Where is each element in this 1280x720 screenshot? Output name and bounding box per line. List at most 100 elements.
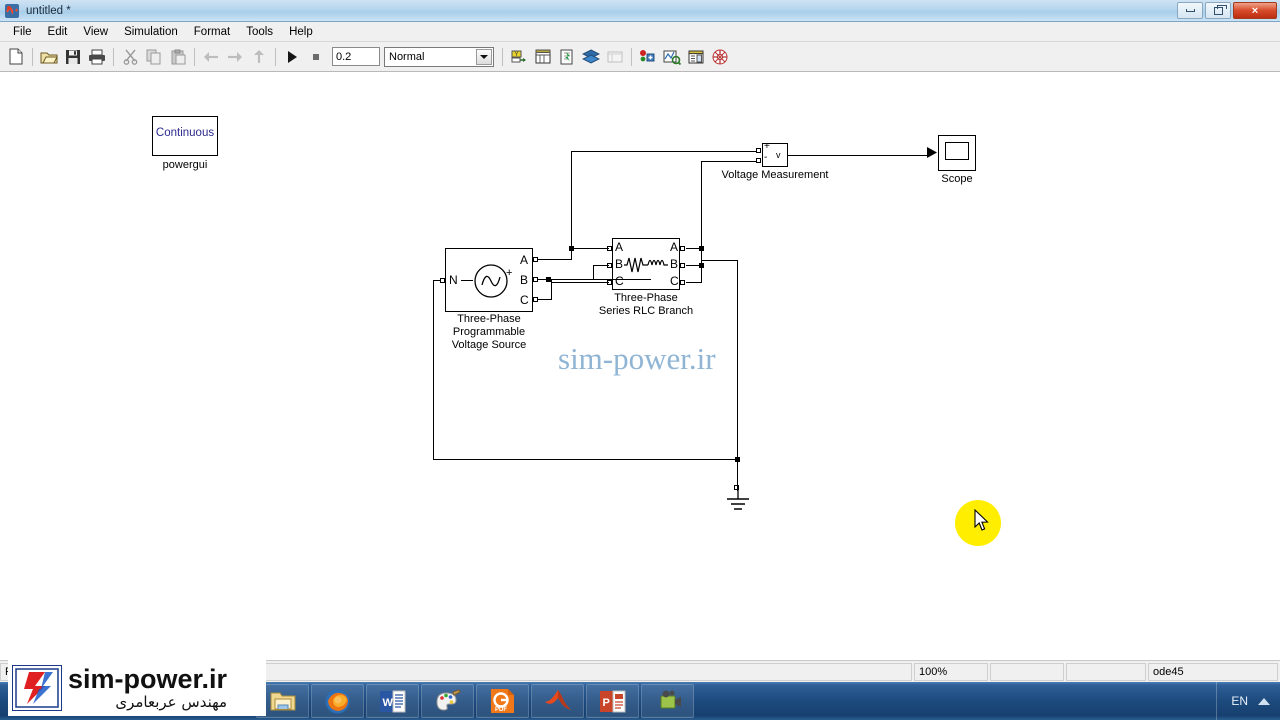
status-field-3 [1066,662,1146,681]
open-model-icon[interactable] [37,45,61,69]
menu-help[interactable]: Help [281,24,321,40]
ground-block[interactable] [722,489,754,515]
taskbar-matlab[interactable] [531,684,584,718]
menu-format[interactable]: Format [186,24,238,40]
vmeas-v-label: v [776,150,781,160]
svg-text:PDF: PDF [495,707,507,713]
source-port-label-b: B [520,273,529,287]
site-watermark-badge: sim-power.ir مهندس عربعامری [8,660,266,716]
wire-source-a-h1[interactable] [538,259,572,261]
paste-icon[interactable] [166,45,190,69]
taskbar-word[interactable]: W [366,684,419,718]
vmeas-plus-label: + [764,141,770,152]
model-canvas[interactable]: Continuous powergui N + A B C Three-Phas… [0,73,1280,660]
wire-bottom[interactable] [433,459,738,461]
wire-b-to-rlc[interactable] [593,265,609,267]
cut-icon[interactable] [118,45,142,69]
canvas-watermark: sim-power.ir [558,341,716,376]
rlc-symbol-icon [624,257,668,273]
model-advisor-icon[interactable] [708,45,732,69]
rlc-port-label-a-out: A [670,240,679,254]
toggle-model-browser-icon[interactable] [603,45,627,69]
undo-icon[interactable] [199,45,223,69]
menu-tools[interactable]: Tools [238,24,281,40]
site-watermark-title: sim-power.ir [68,663,228,694]
rlc-port-label-c-out: C [670,274,679,288]
start-simulation-icon[interactable] [280,45,304,69]
status-solver: ode45 [1148,662,1278,681]
new-model-icon[interactable] [4,45,28,69]
library-browser-icon[interactable] [579,45,603,69]
wire-ground-stub[interactable] [737,459,739,491]
source-internal-wire-n [461,280,473,282]
stop-time-input[interactable]: 0.2 [332,47,380,66]
menu-simulation[interactable]: Simulation [116,24,186,40]
signal-builder-icon[interactable] [660,45,684,69]
menu-bar: File Edit View Simulation Format Tools H… [0,22,1280,42]
wire-vmeas-to-scope[interactable] [788,155,928,157]
debug-icon[interactable] [636,45,660,69]
taskbar-camera-tool[interactable] [641,684,694,718]
scope-label: Scope [941,173,973,185]
wire-bus-to-right[interactable] [701,260,738,262]
simulation-mode-select[interactable]: Normal [384,46,494,67]
svg-text:Y: Y [515,52,519,58]
wire-right-down[interactable] [737,260,739,460]
wire-left-down[interactable] [433,280,435,460]
simulation-mode-value: Normal [389,50,425,63]
menu-edit[interactable]: Edit [40,24,76,40]
up-to-parent-icon[interactable] [247,45,271,69]
rlc-port-a-out[interactable] [680,246,685,251]
chevron-down-icon[interactable] [476,48,492,65]
taskbar-powerpoint[interactable]: P [586,684,639,718]
redo-icon[interactable] [223,45,247,69]
copy-icon[interactable] [142,45,166,69]
stop-simulation-icon[interactable] [304,45,328,69]
source-port-label-a: A [520,253,529,267]
print-icon[interactable] [85,45,109,69]
wire-source-c-h1[interactable] [538,299,552,301]
taskbar-pdf-converter[interactable]: PDF [476,684,529,718]
rlc-label: Three-Phase Series RLC Branch [598,292,694,317]
wire-vmeas-minus[interactable] [701,161,757,163]
menu-file[interactable]: File [5,24,40,40]
wire-vmeas-minus-v[interactable] [701,161,703,248]
wire-c-to-rlc[interactable] [551,282,609,284]
mouse-cursor-icon [974,509,989,531]
rlc-port-label-b-in: B [615,257,624,271]
wire-node-rlc-b [699,263,704,268]
wire-source-a-v1[interactable] [571,151,573,260]
update-diagram-icon[interactable] [555,45,579,69]
source-port-label-n: N [449,273,458,287]
minimize-button[interactable] [1177,2,1203,19]
rlc-port-c-out[interactable] [680,280,685,285]
show-hidden-icons-icon[interactable] [1258,697,1270,705]
data-inspector-icon[interactable] [684,45,708,69]
voltage-measurement-label: Voltage Measurement [721,169,829,181]
svg-text:W: W [383,697,394,709]
taskbar-firefox[interactable] [311,684,364,718]
menu-view[interactable]: View [75,24,116,40]
svg-text:P: P [603,697,610,709]
language-indicator[interactable]: EN [1231,694,1248,708]
simulink-icon [4,3,20,19]
rlc-port-b-out[interactable] [680,263,685,268]
model-explorer-icon[interactable] [531,45,555,69]
source-port-label-c: C [520,293,529,307]
wire-rlc-c-out[interactable] [686,282,702,284]
build-model-icon[interactable]: Y [507,45,531,69]
title-bar: untitled * × [0,0,1280,22]
save-icon[interactable] [61,45,85,69]
wire-a-to-rlc[interactable] [571,248,609,250]
restore-button[interactable] [1205,2,1231,19]
rlc-port-label-a-in: A [615,240,624,254]
toolbar: 0.2 Normal Y [0,42,1280,72]
taskbar-paint[interactable] [421,684,474,718]
window-title: untitled * [26,4,71,17]
wire-source-a-h2[interactable] [571,151,757,153]
close-button[interactable]: × [1233,2,1277,19]
status-zoom: 100% [914,662,988,681]
wire-source-b-h1[interactable] [538,279,651,281]
site-logo-icon [12,665,62,711]
wire-source-b-v1[interactable] [593,265,595,280]
